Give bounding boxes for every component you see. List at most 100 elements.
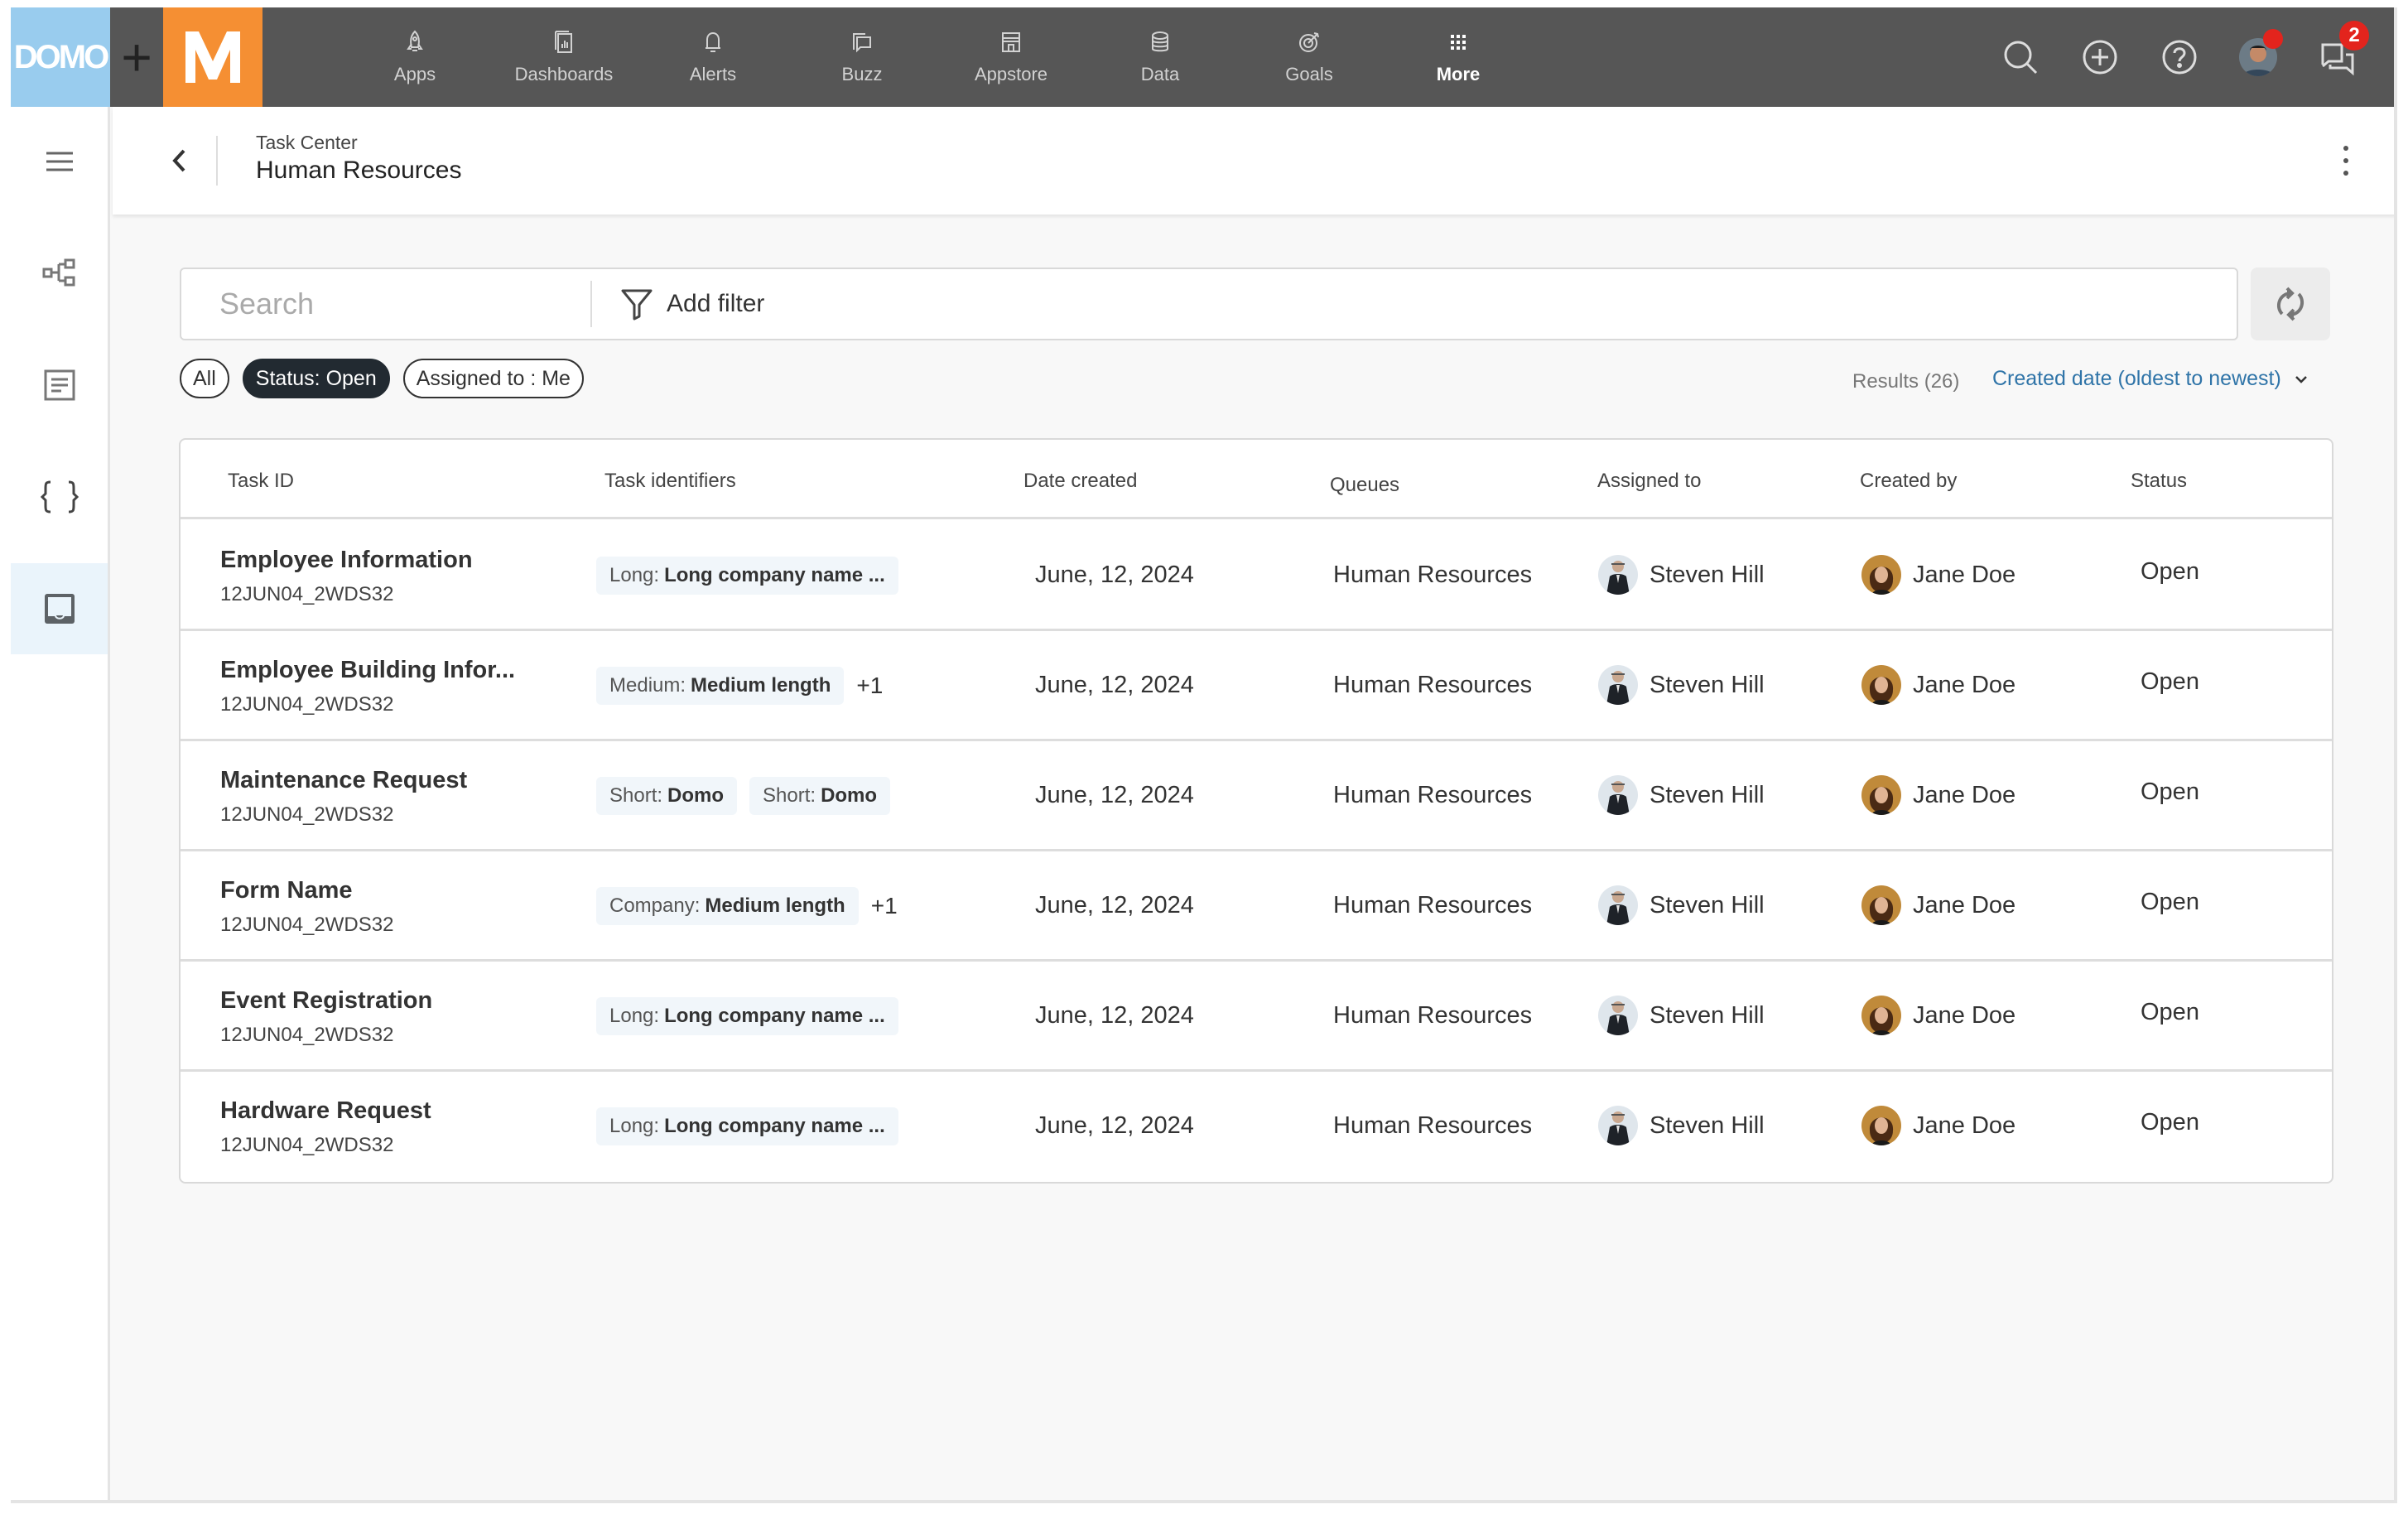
col-task-identifiers[interactable]: Task identifiers (604, 470, 736, 493)
filter-icon (621, 289, 653, 321)
grid-icon (1451, 35, 1466, 50)
nav-goals[interactable]: Goals (1235, 7, 1384, 107)
identifier-value: Medium length (691, 674, 831, 697)
tasks-table: Task ID Task identifiers Date created Qu… (179, 438, 2333, 1184)
task-name[interactable]: Maintenance Request (220, 767, 467, 794)
creator-name: Jane Doe (1913, 781, 2016, 808)
more-identifiers-count[interactable]: +1 (871, 893, 898, 919)
search-icon (2004, 41, 2038, 75)
nav-label: Data (1140, 64, 1180, 84)
status: Open (2141, 668, 2199, 695)
search-filter-bar: Add filter (180, 268, 2238, 340)
queue: Human Resources (1333, 1002, 1533, 1029)
nav-label: Apps (393, 64, 436, 84)
domo-logo[interactable]: DOMO (11, 7, 110, 107)
sidebar-item-task-center[interactable] (11, 563, 108, 654)
chip-all[interactable]: All (180, 359, 229, 398)
task-identifiers: Company: Medium length +1 (596, 887, 898, 925)
search-input[interactable] (181, 269, 590, 339)
creator-name: Jane Doe (1913, 1111, 2016, 1139)
sidebar-item-workflows[interactable] (11, 227, 108, 318)
nav-dashboards[interactable]: Dashboards (489, 7, 638, 107)
identifier-value: Domo (821, 784, 878, 807)
sort-dropdown[interactable]: Created date (oldest to newest) (1992, 367, 2308, 391)
task-name[interactable]: Form Name (220, 877, 353, 904)
task-name[interactable]: Employee Information (220, 547, 473, 574)
breadcrumb[interactable]: Task Center (256, 132, 358, 154)
table-row[interactable]: Form Name 12JUN04_2WDS32 Company: Medium … (181, 852, 2332, 962)
sidebar-item-code[interactable] (11, 451, 108, 542)
filter-chips: All Status: Open Assigned to : Me (180, 359, 584, 398)
col-task-id[interactable]: Task ID (228, 470, 294, 493)
status: Open (2141, 999, 2199, 1025)
created-by: Jane Doe (1861, 665, 2015, 705)
refresh-button[interactable] (2251, 268, 2330, 340)
identifier-key: Short: (609, 784, 663, 807)
table-row[interactable]: Hardware Request 12JUN04_2WDS32 Long: Lon… (181, 1073, 2332, 1182)
queue: Human Resources (1333, 1112, 1533, 1139)
nav-more[interactable]: More (1384, 7, 1533, 107)
hamburger-menu-icon (46, 152, 73, 171)
assigned-to: Steven Hill (1598, 555, 1765, 595)
col-date-created[interactable]: Date created (1023, 470, 1137, 493)
nav-apps[interactable]: Apps (340, 7, 489, 107)
task-name[interactable]: Hardware Request (220, 1097, 431, 1125)
add-filter-label: Add filter (667, 290, 765, 317)
assignee-photo (1598, 555, 1638, 595)
task-identifiers: Long: Long company name ... (596, 997, 898, 1035)
help-button[interactable] (2155, 32, 2204, 82)
chevron-left-icon (172, 149, 185, 172)
status: Open (2141, 889, 2199, 915)
nav-data[interactable]: Data (1086, 7, 1235, 107)
task-identifiers: Short: Domo Short: Domo (596, 777, 891, 815)
task-name[interactable]: Event Registration (220, 987, 432, 1015)
chip-assigned-to-me[interactable]: Assigned to : Me (402, 359, 584, 398)
user-profile-button[interactable] (2233, 29, 2283, 82)
create-button[interactable] (2075, 32, 2125, 82)
assignee-name: Steven Hill (1649, 781, 1765, 808)
identifier-tag: Long: Long company name ... (596, 557, 898, 595)
table-row[interactable]: Maintenance Request 12JUN04_2WDS32 Short… (181, 742, 2332, 851)
table-row[interactable]: Employee Information 12JUN04_2WDS32 Long… (181, 522, 2332, 631)
nav-label: Alerts (689, 64, 737, 84)
messages-button[interactable]: 2 (2313, 21, 2369, 82)
chip-status-open[interactable]: Status: Open (242, 359, 390, 398)
chevron-down-icon (2295, 375, 2307, 383)
status: Open (2141, 1109, 2199, 1136)
sidebar-item-menu[interactable] (11, 116, 108, 207)
kebab-dot (2343, 171, 2348, 176)
more-options-button[interactable] (2329, 140, 2362, 181)
assigned-to: Steven Hill (1598, 665, 1765, 705)
identifier-key: Short: (763, 784, 816, 807)
date-created: June, 12, 2024 (1035, 672, 1194, 698)
status: Open (2141, 779, 2199, 805)
nav-buzz[interactable]: Buzz (787, 7, 937, 107)
nav-alerts[interactable]: Alerts (638, 7, 787, 107)
add-filter-button[interactable]: Add filter (620, 269, 764, 339)
creator-photo (1861, 1106, 1901, 1145)
col-created-by[interactable]: Created by (1860, 470, 1957, 493)
global-search-button[interactable] (1996, 32, 2045, 82)
table-row[interactable]: Employee Building Infor... 12JUN04_2WDS3… (181, 632, 2332, 741)
nav-label: Dashboards (514, 64, 614, 84)
store-icon (1002, 32, 1020, 52)
m-logo[interactable] (163, 7, 262, 107)
col-queues[interactable]: Queues (1330, 474, 1399, 497)
nav-appstore[interactable]: Appstore (937, 7, 1086, 107)
col-status[interactable]: Status (2131, 470, 2187, 493)
nav-label: Goals (1285, 64, 1333, 84)
assignee-name: Steven Hill (1649, 1001, 1765, 1029)
col-assigned-to[interactable]: Assigned to (1597, 470, 1701, 493)
assignee-avatar (1598, 775, 1638, 815)
assignee-photo (1598, 775, 1638, 815)
task-name[interactable]: Employee Building Infor... (220, 657, 515, 684)
assignee-avatar (1598, 885, 1638, 925)
creator-avatar (1861, 775, 1901, 815)
top-nav-bar: DOMO + Apps Dashboards Alerts Buzz Appst… (11, 7, 2394, 107)
header-divider (216, 136, 218, 186)
created-by: Jane Doe (1861, 1106, 2015, 1145)
more-identifiers-count[interactable]: +1 (856, 673, 883, 699)
sidebar-item-forms[interactable] (11, 340, 108, 431)
table-row[interactable]: Event Registration 12JUN04_2WDS32 Long: L… (181, 962, 2332, 1072)
back-button[interactable] (154, 136, 204, 186)
